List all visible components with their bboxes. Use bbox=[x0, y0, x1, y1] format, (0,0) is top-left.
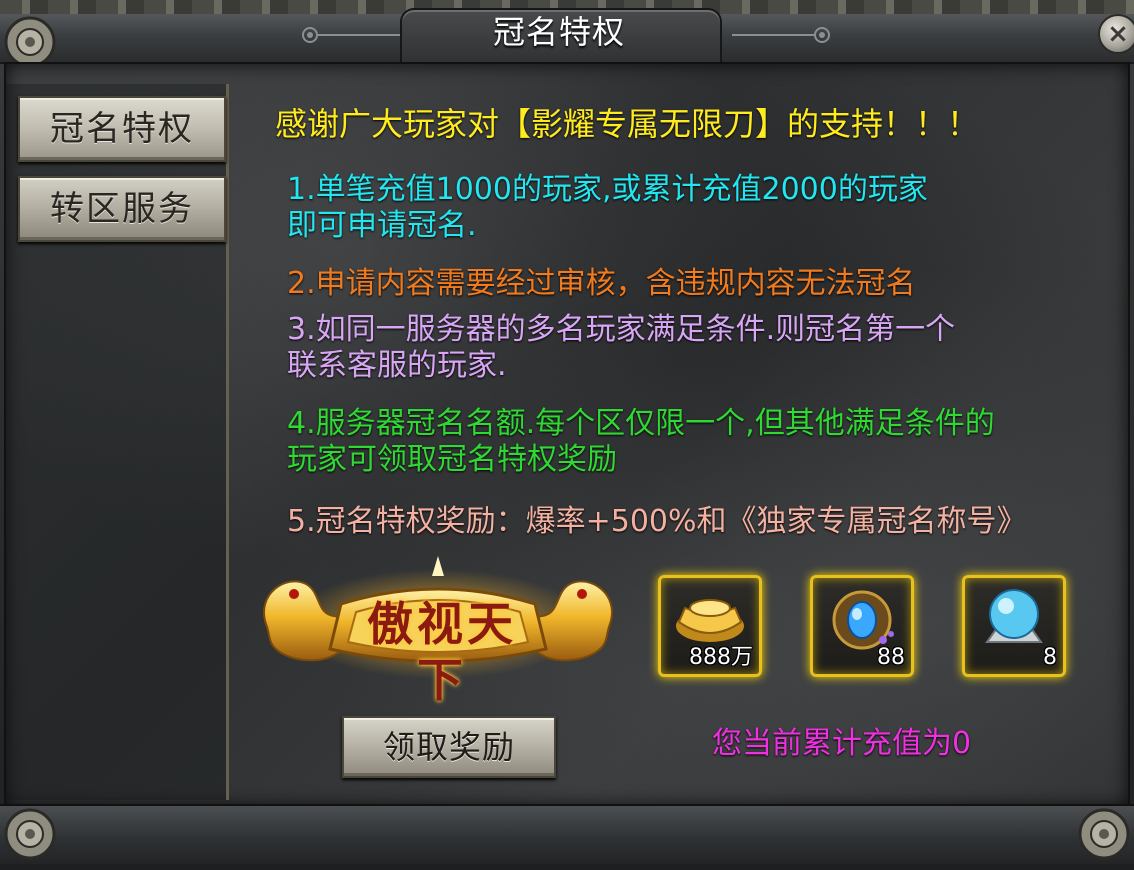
headline-text: 感谢广大玩家对【影耀专属无限刀】的支持！！！ bbox=[275, 105, 980, 143]
bottom-bar bbox=[0, 804, 1134, 864]
rule-2: 2.申请内容需要经过审核，含违规内容无法冠名 bbox=[287, 266, 916, 301]
rule-1-line-1: 1.单笔充值1000的玩家,或累计充值2000的玩家 bbox=[287, 172, 928, 207]
corner-ornament-bottom-right bbox=[1078, 808, 1130, 860]
rule-4-line-2: 玩家可领取冠名特权奖励 bbox=[287, 442, 617, 477]
reward-count: 888万 bbox=[689, 645, 753, 670]
rule-1-line-2: 即可申请冠名. bbox=[287, 208, 477, 243]
emblem-text: 傲视天下 bbox=[367, 597, 517, 707]
claim-reward-label: 领取奖励 bbox=[382, 728, 515, 766]
gold-ingot-icon bbox=[676, 599, 744, 642]
reward-slot-gold[interactable]: 888万 bbox=[658, 575, 762, 677]
reward-count: 8 bbox=[1043, 645, 1057, 670]
reward-slot-gem[interactable]: 88 bbox=[810, 575, 914, 677]
corner-ornament-bottom-left bbox=[4, 808, 56, 860]
claim-reward-button[interactable]: 领取奖励 bbox=[342, 716, 556, 778]
reward-slot-orb[interactable]: 8 bbox=[962, 575, 1066, 677]
window-frame: 冠名特权 × 冠名特权 转区服务 感谢广大玩家对【影耀专属无限刀】的支持！！！ … bbox=[0, 0, 1134, 864]
rule-5: 5.冠名特权奖励：爆率+500%和《独家专属冠名称号》 bbox=[287, 504, 1027, 539]
rule-4-line-1: 4.服务器冠名名额.每个区仅限一个,但其他满足条件的 bbox=[287, 406, 995, 441]
rule-3-line-1: 3.如同一服务器的多名玩家满足条件.则冠名第一个 bbox=[287, 312, 956, 347]
rule-3-line-2: 联系客服的玩家. bbox=[287, 348, 507, 383]
crystal-orb-icon bbox=[985, 589, 1043, 643]
recharge-status-text: 您当前累计充值为0 bbox=[712, 726, 972, 761]
reward-count: 88 bbox=[877, 645, 905, 670]
blue-gem-icon bbox=[832, 590, 894, 650]
